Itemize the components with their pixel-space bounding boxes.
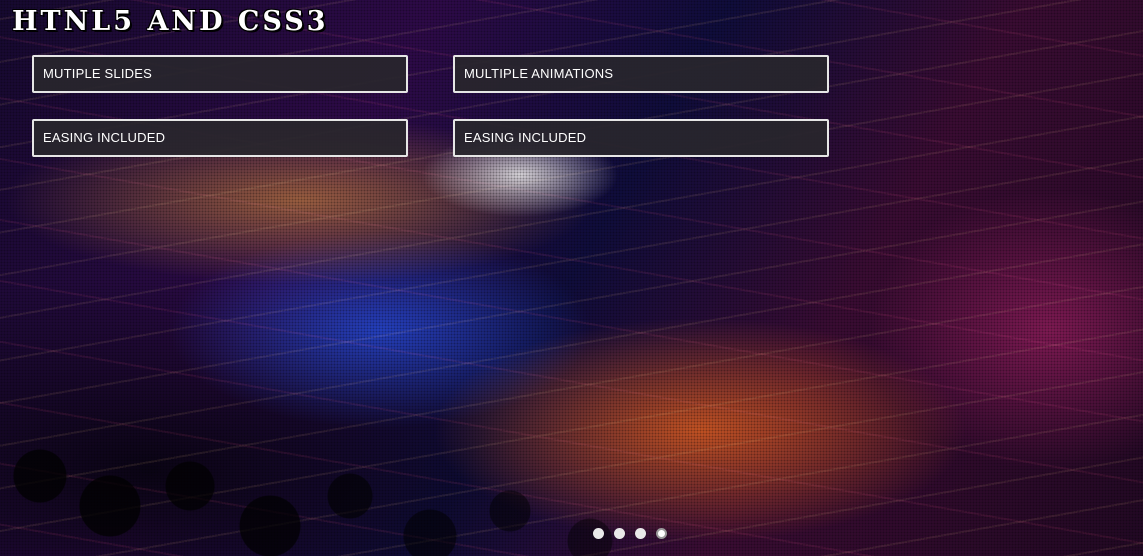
slide-title: HTNL5 AND CSS3 (12, 6, 329, 37)
slide-pagination (593, 528, 667, 539)
feature-box-multiple-animations: MULTIPLE ANIMATIONS (453, 55, 829, 93)
feature-box-multiple-slides: MUTIPLE SLIDES (32, 55, 408, 93)
hero-slider: HTNL5 AND CSS3 MUTIPLE SLIDES MULTIPLE A… (0, 0, 1143, 556)
pagination-dot-1[interactable] (593, 528, 604, 539)
pagination-dot-4-active[interactable] (656, 528, 667, 539)
feature-box-easing-included: EASING INCLUDED (32, 119, 408, 157)
feature-box-easing-included-2: EASING INCLUDED (453, 119, 829, 157)
pagination-dot-2[interactable] (614, 528, 625, 539)
pagination-dot-3[interactable] (635, 528, 646, 539)
